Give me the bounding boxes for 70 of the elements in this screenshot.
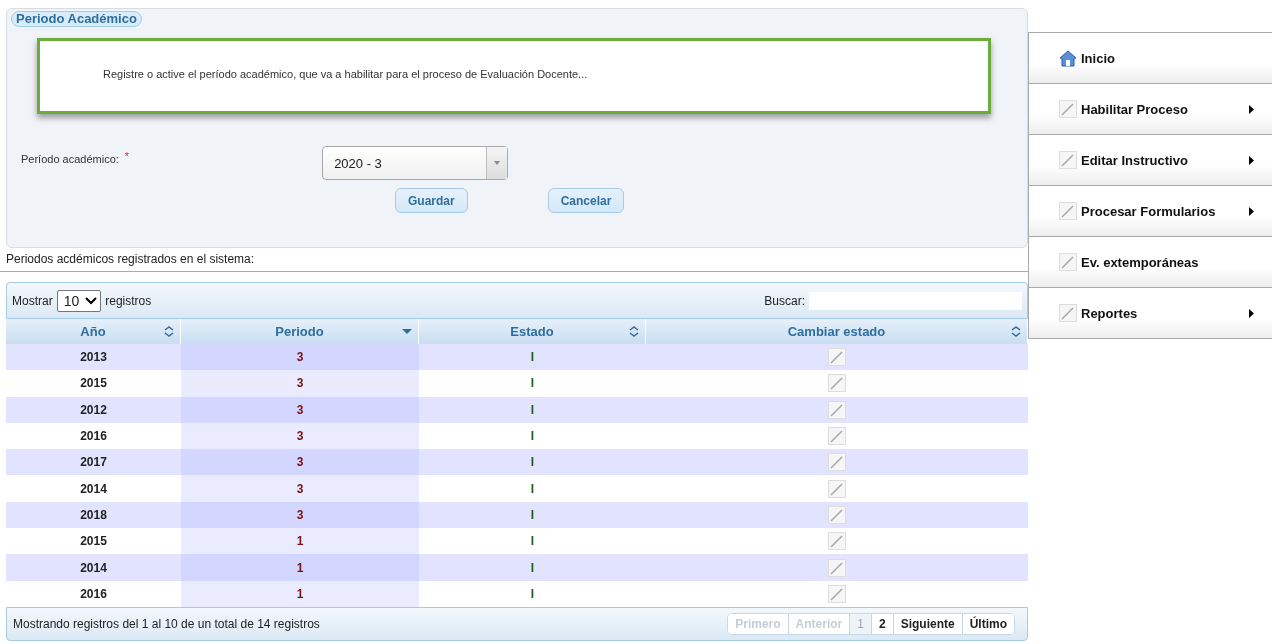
year-cell: 2018	[6, 501, 181, 529]
status-cell: I	[419, 449, 646, 476]
menu-item[interactable]: Reportes	[1028, 288, 1272, 339]
table-info: Mostrando registros del 1 al 10 de un total de 14 registros	[13, 616, 320, 631]
period-cell: 3	[181, 396, 419, 423]
period-select[interactable]: 2020 - 3	[322, 146, 509, 180]
edit-icon	[828, 584, 846, 603]
caret-icon	[1249, 308, 1254, 318]
menu-item[interactable]: Procesar Formularios	[1028, 186, 1272, 237]
column-header[interactable]: Periodo	[181, 319, 419, 344]
status-cell: I	[419, 501, 646, 529]
length-label: registros	[105, 293, 152, 308]
year-cell: 2017	[6, 449, 181, 476]
edit-icon	[828, 453, 846, 472]
menu-item[interactable]: Habilitar Proceso	[1028, 84, 1272, 135]
status-cell: I	[419, 554, 646, 581]
menu-item[interactable]: Inicio	[1028, 33, 1272, 84]
status-cell: I	[419, 344, 646, 371]
period-cell: 1	[181, 580, 419, 607]
sort-icon	[402, 326, 412, 337]
sort-icon	[1011, 326, 1021, 337]
year-cell: 2013	[6, 344, 181, 371]
period-cell: 1	[181, 554, 419, 581]
home-icon	[1059, 49, 1077, 67]
sort-icon	[629, 326, 639, 337]
length-select[interactable]: 10	[56, 289, 102, 312]
edit-icon	[828, 400, 846, 419]
edit-icon	[828, 374, 846, 393]
save-button[interactable]: Guardar	[395, 188, 468, 213]
period-cell: 3	[181, 370, 419, 397]
pencil-icon	[1059, 304, 1077, 322]
page-button[interactable]: Último	[961, 613, 1014, 634]
status-cell: I	[419, 396, 646, 423]
period-cell: 3	[181, 475, 419, 502]
caret-icon	[1249, 155, 1254, 165]
year-cell: 2012	[6, 396, 181, 423]
year-cell: 2014	[6, 554, 181, 581]
cancel-button[interactable]: Cancelar	[547, 188, 625, 213]
column-header[interactable]: Estado	[419, 319, 646, 344]
edit-icon	[828, 348, 846, 367]
length-label: Mostrar	[12, 293, 53, 308]
caret-icon	[1249, 206, 1254, 216]
edit-icon	[828, 505, 846, 524]
field-label: Período académico:	[21, 153, 119, 165]
period-cell: 3	[181, 344, 419, 371]
sort-icon	[164, 326, 174, 337]
notice-text: Registre o active el período académico, que va a habilitar para el proceso de Evaluación Docente...	[103, 68, 588, 80]
column-header[interactable]: Cambiar estado	[646, 319, 1028, 344]
period-cell: 3	[181, 449, 419, 476]
pencil-icon	[1059, 202, 1077, 220]
edit-icon	[828, 479, 846, 498]
required-mark: *	[124, 150, 130, 162]
menu-item[interactable]: Ev. extemporáneas	[1028, 237, 1272, 288]
chevron-down-icon	[85, 296, 98, 305]
menu-item[interactable]: Editar Instructivo	[1028, 135, 1272, 186]
list-title: Periodos acdémicos registrados en el sistema:	[0, 248, 1028, 272]
period-cell: 3	[181, 422, 419, 450]
search-label: Buscar:	[764, 293, 805, 308]
column-header[interactable]: Año	[6, 319, 181, 344]
panel-legend: Periodo Académico	[11, 11, 142, 27]
search-field[interactable]	[809, 291, 1022, 310]
period-cell: 1	[181, 528, 419, 555]
edit-icon	[828, 558, 846, 577]
pencil-icon	[1059, 151, 1077, 169]
pencil-icon	[1059, 253, 1077, 271]
edit-icon	[828, 427, 846, 446]
edit-icon	[828, 532, 846, 551]
pencil-icon	[1059, 100, 1077, 118]
period-cell: 3	[181, 501, 419, 529]
caret-icon	[1249, 104, 1254, 114]
